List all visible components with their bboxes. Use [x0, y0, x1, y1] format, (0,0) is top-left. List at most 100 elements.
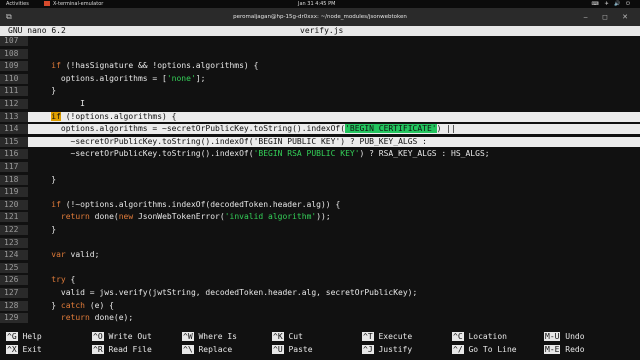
code-token: ~secretOrPublicKey.toString().indexOf( — [32, 149, 254, 159]
code-line[interactable]: 118 } — [0, 174, 640, 185]
code-token: ~secretOrPublicKey.toString().indexOf( — [32, 136, 254, 146]
code-line[interactable]: 117 — [0, 162, 640, 172]
code-token: options.algorithms = ~secretOrPublicKey.… — [32, 124, 346, 134]
code-text: valid = jws.verify(jwtString, decodedTok… — [32, 288, 417, 298]
code-token: if — [51, 199, 61, 209]
code-text: try { — [32, 275, 75, 285]
code-line[interactable]: 126 try { — [0, 275, 640, 286]
shortcut-where-is[interactable]: ^W Where Is — [182, 332, 237, 342]
shortcut-read-file[interactable]: ^R Read File — [92, 345, 152, 355]
shortcut-key: ^C — [452, 332, 464, 341]
shortcut-label: Cut — [283, 332, 303, 341]
file-name: verify.js — [300, 26, 344, 35]
code-token: 'BEGIN CERTIFICATE' — [345, 124, 437, 134]
shortcut-write-out[interactable]: ^O Write Out — [92, 332, 152, 342]
code-line[interactable]: 111 } — [0, 86, 640, 97]
shortcut-label: Write Out — [103, 332, 152, 341]
code-text: } — [32, 225, 56, 235]
code-token: if — [51, 111, 61, 121]
line-number: 126 — [0, 275, 28, 286]
code-line[interactable]: 112 I — [0, 99, 640, 109]
shortcut-location[interactable]: ^C Location — [452, 332, 507, 342]
code-token: valid = jws.verify(jwtString, decodedTok… — [32, 288, 418, 297]
clock[interactable]: Jan 31 4:45 PM — [298, 0, 335, 8]
code-token: } — [32, 300, 61, 310]
code-token: options.algorithms = [ — [32, 73, 167, 83]
code-token: (e) { — [85, 300, 114, 310]
code-text: options.algorithms = ~secretOrPublicKey.… — [32, 124, 456, 134]
nano-version: GNU nano 6.2 — [8, 26, 66, 35]
shortcut-execute[interactable]: ^T Execute — [362, 332, 412, 342]
app-menu-label: X-terminal-emulator — [53, 1, 104, 7]
new-tab-icon[interactable]: ⧉ — [6, 8, 12, 26]
shortcut-label: Where Is — [193, 332, 237, 341]
code-line[interactable]: 119 — [0, 187, 640, 198]
code-text: return done(e); — [32, 313, 133, 323]
activities-button[interactable]: Activities — [6, 0, 29, 8]
shortcut-redo[interactable]: M-E Redo — [544, 345, 585, 355]
code-token: ) ? RSA_KEY_ALGS : HS_ALGS; — [359, 149, 490, 159]
shortcut-key: ^W — [182, 332, 194, 341]
code-token: 'none' — [166, 73, 196, 83]
code-line[interactable]: 114 options.algorithms = ~secretOrPublic… — [0, 124, 640, 135]
shortcut-label: Exit — [17, 345, 42, 354]
line-number: 109 — [0, 61, 28, 72]
shortcut-paste[interactable]: ^U Paste — [272, 345, 313, 355]
shortcut-help[interactable]: ^G Help — [6, 332, 42, 342]
shortcut-label: Redo — [560, 345, 585, 354]
code-line[interactable]: 122 } — [0, 225, 640, 235]
code-token: 'invalid algorithm' — [224, 212, 317, 222]
code-line[interactable]: 125 — [0, 262, 640, 273]
line-number: 128 — [0, 300, 28, 311]
shortcut-key: M-E — [544, 345, 561, 354]
code-line[interactable]: 109 if (!hasSignature && !options.algori… — [0, 61, 640, 72]
code-text: ~secretOrPublicKey.toString().indexOf('B… — [32, 149, 490, 159]
code-line[interactable]: 115 ~secretOrPublicKey.toString().indexO… — [0, 136, 640, 147]
line-number: 113 — [0, 111, 28, 122]
line-number: 111 — [0, 86, 28, 97]
code-line[interactable]: 124 var valid; — [0, 250, 640, 261]
shortcut-cut[interactable]: ^K Cut — [272, 332, 303, 342]
code-line[interactable]: 120 if (!~options.algorithms.indexOf(dec… — [0, 199, 640, 210]
shortcut-replace[interactable]: ^\ Replace — [182, 345, 232, 355]
code-line[interactable]: 121 return done(new JsonWebTokenError('i… — [0, 212, 640, 223]
shortcut-label: Undo — [560, 332, 585, 341]
line-number: 108 — [0, 48, 28, 59]
line-number: 110 — [0, 73, 28, 84]
editor-area[interactable]: 107 108 109 if (!hasSignature && !options.… — [0, 36, 640, 326]
code-token: var — [51, 250, 66, 260]
code-line[interactable]: 107 — [0, 36, 640, 46]
shortcut-justify[interactable]: ^J Justify — [362, 345, 412, 355]
code-token: )); — [316, 212, 331, 222]
code-line[interactable]: 128 } catch (e) { — [0, 300, 640, 311]
shortcut-exit[interactable]: ^X Exit — [6, 345, 42, 355]
window-controls[interactable]: ‒ ◻ ✕ — [583, 8, 634, 26]
line-number: 119 — [0, 187, 28, 198]
shortcut-label: Justify — [373, 345, 413, 354]
code-line[interactable]: 110 options.algorithms = ['none']; — [0, 73, 640, 84]
code-line[interactable]: 127 valid = jws.verify(jwtString, decode… — [0, 288, 640, 298]
app-menu[interactable]: X-terminal-emulator — [44, 0, 103, 8]
code-token: (!~options.algorithms.indexOf(decodedTok… — [60, 199, 341, 209]
code-token: catch — [60, 300, 85, 310]
shortcut-go-to-line[interactable]: ^/ Go To Line — [452, 345, 517, 355]
code-text: options.algorithms = ['none']; — [32, 73, 206, 84]
code-token: done(e); — [89, 313, 134, 323]
code-line[interactable]: 113 if (!options.algorithms) { — [0, 111, 640, 122]
code-token: } — [32, 174, 57, 184]
line-number: 124 — [0, 250, 28, 261]
code-text: if (!~options.algorithms.indexOf(decoded… — [32, 200, 340, 210]
code-line[interactable]: 108 — [0, 48, 640, 59]
terminal-title-bar: ⧉ peromaljagan@hp-15g-dr0xxx: ~/node_mod… — [0, 8, 640, 26]
code-token: 'BEGIN RSA PUBLIC KEY' — [253, 149, 360, 159]
code-line[interactable]: 116 ~secretOrPublicKey.toString().indexO… — [0, 149, 640, 160]
shortcut-help-bar: ^G Help ^O Write Out ^W Where Is ^K Cut ^T E… — [0, 328, 640, 360]
code-line[interactable]: 129 return done(e); — [0, 313, 640, 324]
code-token: ) || — [436, 124, 456, 134]
status-icons[interactable]: ⌨ ✈ 🔊 ⏻ — [592, 0, 632, 8]
shortcut-undo[interactable]: M-U Undo — [544, 332, 585, 342]
code-line[interactable]: 123 — [0, 237, 640, 248]
